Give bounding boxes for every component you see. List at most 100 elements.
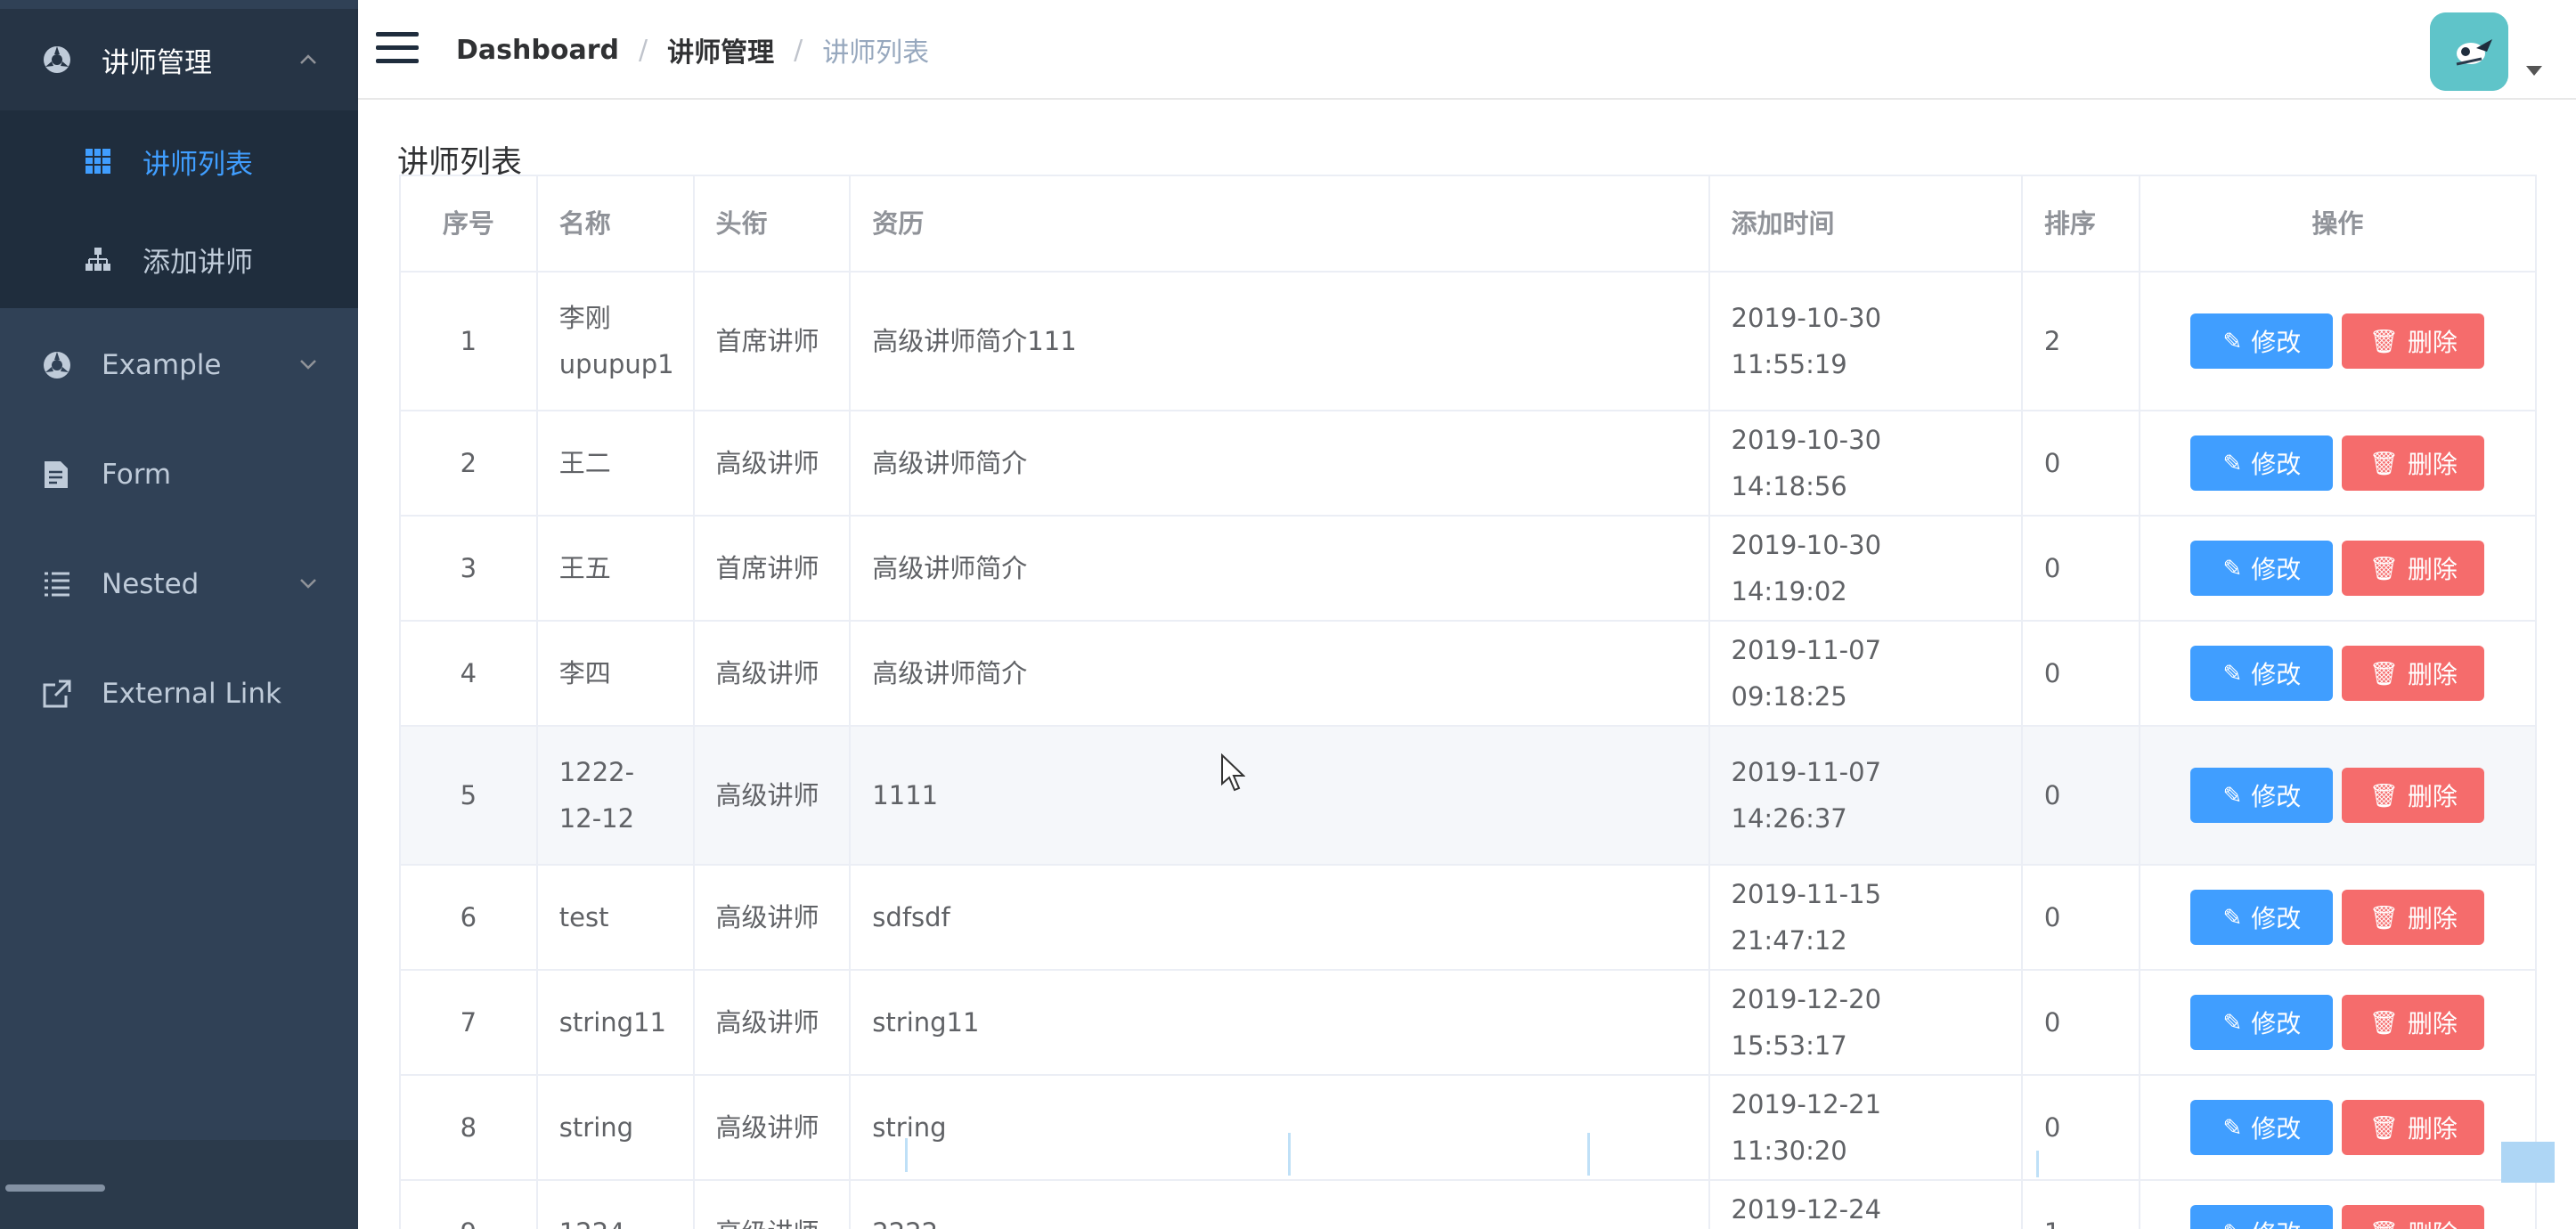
hamburger-icon[interactable] <box>376 32 419 68</box>
teacher-table: 序号 名称 头衔 资历 添加时间 排序 操作 1 李刚upupup1 首席讲师 高级讲… <box>399 175 2537 1229</box>
delete-button[interactable]: 🗑 删除 <box>2342 541 2485 596</box>
cell-sort-text: 0 <box>2043 658 2061 688</box>
cell-actions: ✎ 修改 🗑 删除 <box>2140 622 2535 725</box>
cell-actions: ✎ 修改 🗑 删除 <box>2140 971 2535 1074</box>
breadcrumb-dashboard[interactable]: Dashboard <box>456 35 619 66</box>
trash-icon: 🗑 <box>2368 1113 2399 1141</box>
cell-name-text: test <box>558 902 609 932</box>
scroll-indicator <box>2501 1142 2555 1183</box>
cell-intro-text: 高级讲师简介 <box>872 448 1028 478</box>
edit-icon: ✎ <box>2222 1113 2243 1141</box>
delete-button[interactable]: 🗑 删除 <box>2342 313 2485 369</box>
cell-name: string <box>538 1076 695 1179</box>
column-header-sort: 排序 <box>2023 176 2140 271</box>
divider <box>1288 1133 1291 1176</box>
table-row: 4 李四 高级讲师 高级讲师简介 2019-11-07 09:18:25 0 ✎ 修改 🗑 删除 <box>401 622 2535 727</box>
cell-time-text: 2019-12-20 15:53:17 <box>1731 984 1882 1061</box>
delete-button[interactable]: 🗑 删除 <box>2342 890 2485 945</box>
sidebar-menu-teacher-management[interactable]: 讲师管理 <box>0 9 358 110</box>
cell-name-text: 1222-12-12 <box>558 757 635 834</box>
divider <box>905 1138 908 1172</box>
edit-button[interactable]: ✎ 修改 <box>2190 1100 2334 1155</box>
cell-sort: 0 <box>2023 727 2140 864</box>
column-header-no: 序号 <box>401 176 538 271</box>
cell-name-text: string11 <box>558 1007 666 1038</box>
cell-no: 4 <box>401 622 538 725</box>
edit-button[interactable]: ✎ 修改 <box>2190 995 2334 1050</box>
breadcrumb-teacher-management[interactable]: 讲师管理 <box>667 30 774 69</box>
edit-label: 修改 <box>2251 783 2302 810</box>
cell-time: 2019-11-07 14:26:37 <box>1710 727 2023 864</box>
delete-label: 删除 <box>2407 783 2458 810</box>
cell-sort-text: 0 <box>2043 1007 2061 1038</box>
edit-button[interactable]: ✎ 修改 <box>2190 890 2334 945</box>
edit-label: 修改 <box>2251 905 2302 932</box>
cell-name: 王二 <box>538 411 695 515</box>
cell-title-text: 首席讲师 <box>715 553 819 583</box>
divider <box>1587 1133 1590 1176</box>
cell-name: 王五 <box>538 517 695 620</box>
caret-down-icon[interactable] <box>2526 66 2542 76</box>
column-header-time: 添加时间 <box>1710 176 2023 271</box>
breadcrumb-separator: / <box>638 34 648 66</box>
edit-button[interactable]: ✎ 修改 <box>2190 1205 2334 1229</box>
delete-button[interactable]: 🗑 删除 <box>2342 1100 2485 1155</box>
delete-button[interactable]: 🗑 删除 <box>2342 646 2485 701</box>
cell-sort: 2 <box>2023 273 2140 410</box>
column-header-intro: 资历 <box>851 176 1710 271</box>
cell-title: 首席讲师 <box>695 273 852 410</box>
delete-button[interactable]: 🗑 删除 <box>2342 995 2485 1050</box>
delete-button[interactable]: 🗑 删除 <box>2342 435 2485 491</box>
delete-button[interactable]: 🗑 删除 <box>2342 1205 2485 1229</box>
cell-sort: 0 <box>2023 517 2140 620</box>
column-header-actions: 操作 <box>2311 208 2364 239</box>
edit-label: 修改 <box>2251 1215 2301 1229</box>
table-icon <box>82 145 114 177</box>
cell-intro: string <box>851 1076 1710 1179</box>
chevron-down-icon <box>300 579 316 589</box>
trash-icon: 🗑 <box>2368 449 2399 476</box>
sidebar-item-add-teacher[interactable]: 添加讲师 <box>0 210 358 308</box>
cell-name-text: 王二 <box>558 448 611 478</box>
sidebar-scrollbar[interactable] <box>5 1184 105 1192</box>
cell-actions: ✎ 修改 🗑 删除 <box>2140 1181 2535 1229</box>
trash-icon: 🗑 <box>2369 1219 2399 1229</box>
cell-no: 1 <box>401 273 538 410</box>
sidebar-menu-nested[interactable]: Nested <box>0 535 358 633</box>
cell-intro-text: 2222 <box>872 1209 938 1229</box>
cell-time-text: 2019-11-15 21:47:12 <box>1731 879 1882 956</box>
sidebar-menu-external-link[interactable]: External Link <box>0 645 358 743</box>
avatar[interactable] <box>2430 12 2508 91</box>
cell-time-text: 2019-11-07 14:26:37 <box>1731 757 1882 834</box>
sidebar-menu-example[interactable]: Example <box>0 316 358 414</box>
cell-intro: 高级讲师简介 <box>851 411 1710 515</box>
cell-intro: 1111 <box>851 727 1710 864</box>
cell-name-text: 王五 <box>558 553 611 583</box>
edit-button[interactable]: ✎ 修改 <box>2190 541 2334 596</box>
external-link-icon <box>39 676 75 712</box>
cell-no-text: 2 <box>460 448 477 478</box>
cell-actions: ✎ 修改 🗑 删除 <box>2140 411 2535 515</box>
column-header-name: 名称 <box>538 176 695 271</box>
edit-button[interactable]: ✎ 修改 <box>2190 768 2334 823</box>
edit-button[interactable]: ✎ 修改 <box>2190 646 2334 701</box>
edit-button[interactable]: ✎ 修改 <box>2190 313 2334 369</box>
sidebar-menu-form[interactable]: Form <box>0 426 358 524</box>
sidebar-item-teacher-list[interactable]: 讲师列表 <box>0 112 358 210</box>
cell-title-text: 高级讲师 <box>715 448 819 478</box>
cell-name: 1222-12-12 <box>538 727 695 864</box>
cell-intro-text: string11 <box>872 1007 980 1038</box>
cell-intro: 2222 <box>851 1181 1710 1229</box>
cell-actions: ✎ 修改 🗑 删除 <box>2140 273 2535 410</box>
cell-time-text: 2019-12-24 15:00:32 <box>1731 1194 1882 1225</box>
table-row: 5 1222-12-12 高级讲师 1111 2019-11-07 14:26:37 0 ✎… <box>401 727 2535 866</box>
chrome-icon <box>39 42 75 77</box>
delete-label: 删除 <box>2407 556 2458 583</box>
sidebar: 讲师管理 讲师列表 添加讲师 Example Form Nested Exter… <box>0 0 358 1229</box>
delete-button[interactable]: 🗑 删除 <box>2342 768 2485 823</box>
edit-icon: ✎ <box>2222 659 2243 687</box>
cell-sort: 0 <box>2023 866 2140 969</box>
cell-time-text: 2019-10-30 14:19:02 <box>1731 530 1882 606</box>
edit-button[interactable]: ✎ 修改 <box>2190 435 2334 491</box>
cell-sort: 0 <box>2023 971 2140 1074</box>
